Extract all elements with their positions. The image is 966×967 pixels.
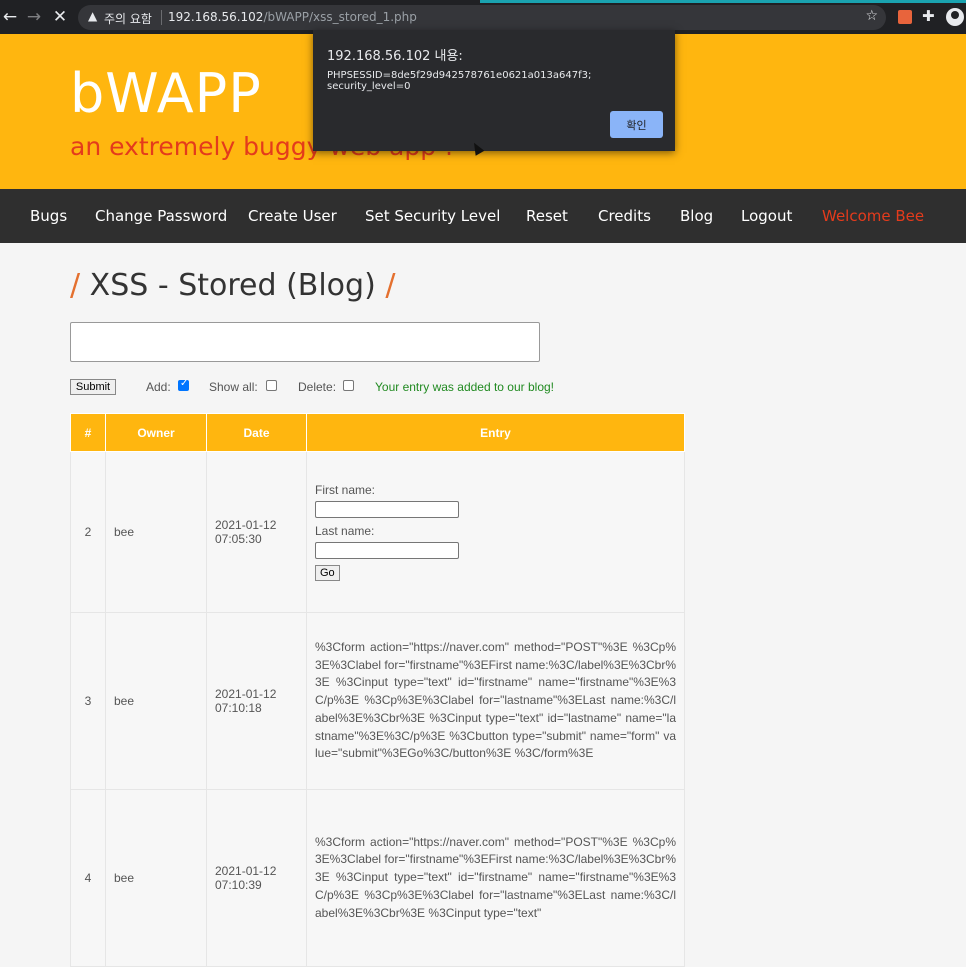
table-row: 2 bee 2021-01-12 07:05:30 First name: Las… xyxy=(70,451,685,613)
page-title: / XSS - Stored (Blog) / xyxy=(70,268,395,303)
security-warning: 주의 요함 xyxy=(104,12,152,26)
row-entry: %3Cform action="https://naver.com" metho… xyxy=(306,612,685,790)
url-host: 192.168.56.102 xyxy=(168,10,264,24)
blog-entry-textarea[interactable] xyxy=(70,322,540,362)
table-row: 4 bee 2021-01-12 07:10:39 %3Cform action=… xyxy=(70,789,685,967)
warning-icon: ▲ xyxy=(88,9,98,23)
first-name-label: First name: xyxy=(315,483,376,497)
extension-icon[interactable] xyxy=(898,10,912,24)
nav-reset[interactable]: Reset xyxy=(526,207,568,225)
puzzle-icon[interactable]: ✚ xyxy=(922,7,935,25)
site-logo[interactable]: bWAPP xyxy=(70,62,262,125)
url-text[interactable]: 192.168.56.102/bWAPP/xss_stored_1.php xyxy=(168,10,417,24)
main-nav: Bugs Change Password Create User Set Sec… xyxy=(0,189,966,243)
last-name-label: Last name: xyxy=(315,524,375,538)
col-header-owner: Owner xyxy=(105,413,207,452)
nav-bugs[interactable]: Bugs xyxy=(30,207,67,225)
blog-table: # Owner Date Entry 2 bee 2021-01-12 07:05… xyxy=(70,413,685,967)
divider xyxy=(161,10,162,25)
row-date-time: 07:10:39 xyxy=(215,878,262,892)
delete-checkbox[interactable] xyxy=(343,380,354,391)
nav-set-security-level[interactable]: Set Security Level xyxy=(365,207,500,225)
row-date-day: 2021-01-12 xyxy=(215,687,277,701)
first-name-input[interactable] xyxy=(315,501,459,518)
row-owner: bee xyxy=(105,451,207,613)
title-slash-right: / xyxy=(385,268,396,303)
title-slash-left: / xyxy=(70,268,81,303)
row-date: 2021-01-12 07:10:18 xyxy=(206,612,307,790)
dialog-message: PHPSESSID=8de5f29d942578761e0621a013a647… xyxy=(327,70,592,92)
nav-welcome[interactable]: Welcome Bee xyxy=(822,207,924,225)
nav-blog[interactable]: Blog xyxy=(680,207,713,225)
nav-change-password[interactable]: Change Password xyxy=(95,207,227,225)
forward-icon[interactable]: → xyxy=(24,7,44,27)
profile-avatar[interactable] xyxy=(946,8,964,26)
add-label: Add: xyxy=(146,380,171,394)
success-message: Your entry was added to our blog! xyxy=(375,380,555,394)
table-header-row: # Owner Date Entry xyxy=(70,413,685,452)
showall-checkbox[interactable] xyxy=(266,380,277,391)
nav-logout[interactable]: Logout xyxy=(741,207,792,225)
row-date-day: 2021-01-12 xyxy=(215,518,277,532)
stop-icon[interactable]: ✕ xyxy=(50,7,70,27)
row-owner: bee xyxy=(105,612,207,790)
submit-button[interactable]: Submit xyxy=(70,379,116,395)
row-date: 2021-01-12 07:10:39 xyxy=(206,789,307,967)
add-checkbox[interactable] xyxy=(178,378,189,391)
delete-label: Delete: xyxy=(298,380,337,394)
table-row: 3 bee 2021-01-12 07:10:18 %3Cform action=… xyxy=(70,612,685,790)
showall-label: Show all: xyxy=(209,380,258,394)
nav-create-user[interactable]: Create User xyxy=(248,207,337,225)
row-entry-rendered-form: First name: Last name: Go xyxy=(306,451,685,613)
dialog-title: 192.168.56.102 내용: xyxy=(327,49,463,64)
row-date-day: 2021-01-12 xyxy=(215,864,277,878)
bookmark-star-icon[interactable]: ☆ xyxy=(865,8,878,24)
back-icon[interactable]: ← xyxy=(0,7,20,27)
row-num: 2 xyxy=(70,451,106,613)
go-button[interactable]: Go xyxy=(315,565,340,581)
col-header-num: # xyxy=(70,413,106,452)
row-owner: bee xyxy=(105,789,207,967)
address-bar[interactable]: ▲ 주의 요함 192.168.56.102/bWAPP/xss_stored_… xyxy=(78,5,886,30)
alert-dialog: 192.168.56.102 내용: PHPSESSID=8de5f29d942… xyxy=(313,30,675,151)
last-name-input[interactable] xyxy=(315,542,459,559)
tab-accent xyxy=(480,0,966,3)
url-path: /bWAPP/xss_stored_1.php xyxy=(263,10,417,24)
row-date-time: 07:10:18 xyxy=(215,701,262,715)
row-entry: %3Cform action="https://naver.com" metho… xyxy=(306,789,685,967)
row-date: 2021-01-12 07:05:30 xyxy=(206,451,307,613)
page-title-text: XSS - Stored (Blog) xyxy=(89,268,376,303)
col-header-date: Date xyxy=(206,413,307,452)
nav-credits[interactable]: Credits xyxy=(598,207,651,225)
row-date-time: 07:05:30 xyxy=(215,532,262,546)
row-num: 3 xyxy=(70,612,106,790)
row-num: 4 xyxy=(70,789,106,967)
col-header-entry: Entry xyxy=(306,413,685,452)
browser-toolbar: ← → ✕ ▲ 주의 요함 192.168.56.102/bWAPP/xss_s… xyxy=(0,0,966,34)
dialog-ok-button[interactable]: 확인 xyxy=(610,111,663,138)
